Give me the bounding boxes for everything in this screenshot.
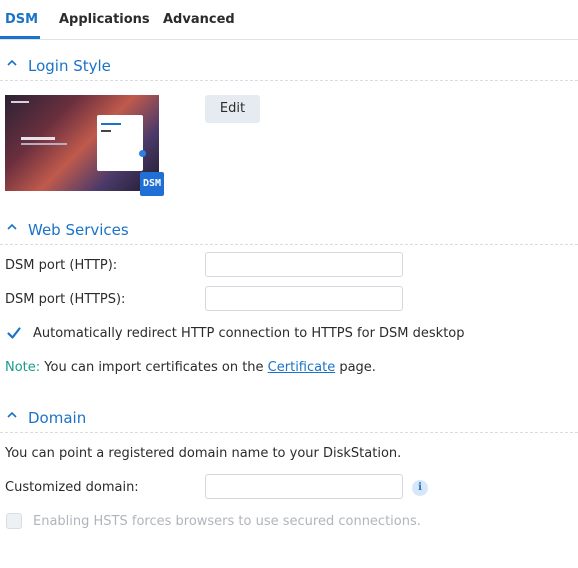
certificate-link[interactable]: Certificate <box>268 360 336 375</box>
section-title: Web Services <box>28 221 129 239</box>
preview-brand <box>11 101 29 103</box>
http-port-input[interactable] <box>205 252 403 277</box>
certificate-note: Note: You can import certificates on the… <box>5 360 376 375</box>
section-web-services[interactable]: Web Services <box>0 214 578 245</box>
tab-dsm[interactable]: DSM <box>5 12 38 27</box>
login-style-preview <box>5 95 159 191</box>
edit-button[interactable]: Edit <box>205 95 260 123</box>
https-port-label: DSM port (HTTPS): <box>5 292 126 307</box>
preview-login-button <box>139 150 146 157</box>
section-domain[interactable]: Domain <box>0 402 578 433</box>
preview-subheading <box>21 143 67 145</box>
preview-heading <box>21 137 55 140</box>
https-port-input[interactable] <box>205 286 403 311</box>
preview-card-title <box>101 123 121 125</box>
note-label: Note: <box>5 360 41 375</box>
note-text: You can import certificates on the <box>40 360 268 375</box>
info-icon[interactable]: i <box>412 480 428 496</box>
section-login-style[interactable]: Login Style <box>0 50 578 81</box>
tab-advanced[interactable]: Advanced <box>163 12 235 27</box>
chevron-up-icon <box>7 411 17 418</box>
chevron-up-icon <box>7 223 17 230</box>
tab-bar: DSM Applications Advanced <box>0 0 578 40</box>
dsm-badge: DSM <box>140 172 164 196</box>
http-port-label: DSM port (HTTP): <box>5 258 118 273</box>
domain-description: You can point a registered domain name t… <box>5 446 402 461</box>
customized-domain-label: Customized domain: <box>5 480 139 495</box>
customized-domain-input[interactable] <box>205 474 403 499</box>
tab-applications[interactable]: Applications <box>59 12 150 27</box>
note-text-end: page. <box>335 360 376 375</box>
checkmark-icon <box>7 327 21 339</box>
chevron-up-icon <box>7 59 17 66</box>
section-title: Login Style <box>28 57 111 75</box>
redirect-https-label[interactable]: Automatically redirect HTTP connection t… <box>33 326 465 341</box>
section-title: Domain <box>28 409 87 427</box>
hsts-checkbox[interactable] <box>6 513 22 529</box>
hsts-label: Enabling HSTS forces browsers to use sec… <box>33 514 421 529</box>
preview-card-field <box>101 130 111 132</box>
active-tab-indicator <box>0 36 40 39</box>
redirect-https-checkbox[interactable] <box>6 325 22 341</box>
